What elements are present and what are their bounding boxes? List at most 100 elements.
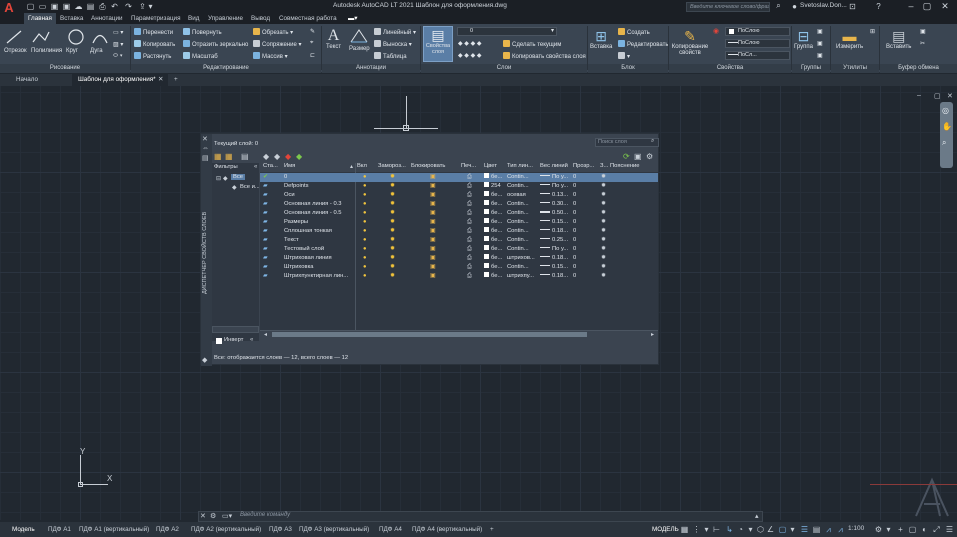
layer-lock-icon[interactable]: ▣ [430,218,440,227]
layer-freeze-icon[interactable]: ✹ [390,218,400,227]
layer-lock-icon[interactable]: ▣ [430,272,440,281]
copy-clip-icon[interactable]: ▣ [920,28,926,35]
block-panel-title[interactable]: Блок [588,64,668,73]
tab-start[interactable]: Начало [10,74,44,86]
layer-freeze-icon[interactable]: ✹ [390,182,400,191]
new-layer-icon[interactable]: ◆ [263,152,269,161]
layer-freeze-icon[interactable]: ✹ [390,272,400,281]
layer-transparency[interactable]: 0 [573,236,599,245]
layer-vp-freeze-icon[interactable]: ✹ [601,200,611,209]
layer-lineweight[interactable]: 0.30... [540,200,574,209]
layer-freeze-icon[interactable]: ✹ [390,200,400,209]
layer-properties-button[interactable]: ▤ Свойства слоя [423,26,453,62]
layer-states-icon[interactable]: ▤ [241,152,249,161]
save-as-icon[interactable]: ▣ [62,2,71,11]
layer-freeze-icon[interactable]: ✹ [390,245,400,254]
layer-status-icon[interactable]: ▰ [263,254,281,263]
layer-plot-icon[interactable]: ⎙ [467,182,477,191]
layer-status-icon[interactable]: ▰ [263,209,281,218]
edit-block-button[interactable]: Редактировать [618,40,668,48]
close-tab-icon[interactable]: ✕ [158,74,163,86]
line-button[interactable]: Отрезок [4,28,27,54]
redo-icon[interactable]: ↷ [124,2,133,11]
copy-button[interactable]: Копировать [134,40,175,48]
auto-scale-icon[interactable]: ⩘ [836,525,845,534]
annotation-monitor-icon[interactable]: + [896,525,905,534]
layer-transparency[interactable]: 0 [573,245,599,254]
explode-icon[interactable]: ⌖ [310,40,313,47]
layer-tools-icons-1[interactable]: ◆ ◆ ◆ ◆ [458,40,481,47]
layer-color[interactable]: бе... [484,272,506,281]
invert-checkbox[interactable] [216,338,222,344]
layer-on-icon[interactable]: ● [363,272,373,281]
tab-manage[interactable]: Управление [204,13,247,24]
table-button[interactable]: Таблица [374,52,407,60]
layer-transparency[interactable]: 0 [573,227,599,236]
layer-freeze-icon[interactable]: ✹ [390,173,400,182]
tab-layout-a3v[interactable]: ПДФ А3 (вертикальный) [295,522,373,537]
cloud-icon[interactable]: ☁ [74,2,83,11]
layer-linetype[interactable]: Contin... [507,263,538,272]
lineweight-dropdown[interactable]: ПоСлою [725,39,790,48]
layer-freeze-icon[interactable]: ✹ [390,191,400,200]
layer-plot-icon[interactable]: ⎙ [467,200,477,209]
palette-properties-icon[interactable]: ▤ [202,154,209,162]
fullscreen-icon[interactable]: ⤢ [932,525,941,534]
cut-icon[interactable]: ✂ [920,40,925,47]
layer-lock-icon[interactable]: ▣ [430,191,440,200]
rectangle-icon[interactable]: ▭ ▾ [113,29,123,36]
layer-lock-icon[interactable]: ▣ [430,227,440,236]
infer-icon[interactable]: ⊢ [712,525,721,534]
layer-row[interactable]: ▰ Defpoints ● ✹ ▣ ⎙ 254 Contin... По у... 0 ✹ [260,182,658,191]
tab-model[interactable]: Модель [8,522,39,537]
isolate-icon[interactable]: ◐ [920,525,929,534]
new-file-icon[interactable]: ▢ [26,2,35,11]
tab-collaborate[interactable]: Совместная работа [275,13,341,24]
layer-linetype[interactable]: Contin... [507,218,538,227]
snap-icon[interactable]: ⋮ [692,525,701,534]
modify-panel-title[interactable]: Редактирование [131,64,321,73]
annotation-panel-title[interactable]: Аннотации [322,64,420,73]
move-button[interactable]: Перенести [134,28,173,36]
layer-lock-icon[interactable]: ▣ [430,245,440,254]
osnap-dropdown-icon[interactable]: ▾ [788,525,797,534]
layer-on-icon[interactable]: ● [363,245,373,254]
layer-color[interactable]: бе... [484,236,506,245]
new-tab-icon[interactable]: + [168,74,184,86]
layer-lineweight[interactable]: 0.18... [540,272,574,281]
ellipse-icon[interactable]: ⬭ ▾ [113,53,123,60]
col-new-vp-freeze[interactable]: З... [600,163,610,172]
layer-on-icon[interactable]: ● [363,218,373,227]
erase-icon[interactable]: ✎ [310,28,315,35]
col-lineweight[interactable]: Вес линий [540,163,574,172]
viewport-restore-icon[interactable]: ▢ [934,92,941,100]
layer-row[interactable]: ▰ Тестовый слой ● ✹ ▣ ⎙ бе... Contin... По у... 0… [260,245,658,254]
layer-linetype[interactable]: Contin... [507,200,538,209]
tab-layout-a4v[interactable]: ПДФ А4 (вертикальный) [408,522,486,537]
annotation-visibility-icon[interactable]: ⩘ [824,525,833,534]
layer-color[interactable]: бе... [484,254,506,263]
edit-attributes-icon[interactable]: ▾ [618,52,630,60]
layer-transparency[interactable]: 0 [573,254,599,263]
layer-h-scrollbar[interactable]: ◂ ▸ [260,330,658,338]
grid-icon[interactable]: ▦ [680,525,689,534]
layer-lineweight[interactable]: По у... [540,245,574,254]
save-icon[interactable]: ▣ [50,2,59,11]
annotation-scale[interactable]: 1:100 [848,525,864,532]
col-on[interactable]: Вкл [357,163,377,172]
tab-layout-a2[interactable]: ПДФ А2 [152,522,183,537]
layer-linetype[interactable]: Contin... [507,227,538,236]
group-tool-icon-2[interactable]: ▣ [817,40,823,47]
layer-lock-icon[interactable]: ▣ [430,263,440,272]
group-button[interactable]: ⊟ Группа [794,28,813,50]
col-name[interactable]: Имя [284,163,354,172]
tab-drawing[interactable]: Шаблон для оформления* [72,74,168,86]
cart-icon[interactable]: ⊡ [848,2,857,11]
tab-view[interactable]: Вид [184,13,203,24]
layer-linetype[interactable]: штрихов... [507,254,538,263]
filter-h-scrollbar[interactable] [212,326,259,333]
layer-color[interactable]: бе... [484,200,506,209]
palette-layer-icon[interactable]: ◆ [202,356,207,364]
layer-status-icon[interactable]: ▰ [263,200,281,209]
layer-name[interactable]: Основная линия - 0.3 [284,200,354,209]
